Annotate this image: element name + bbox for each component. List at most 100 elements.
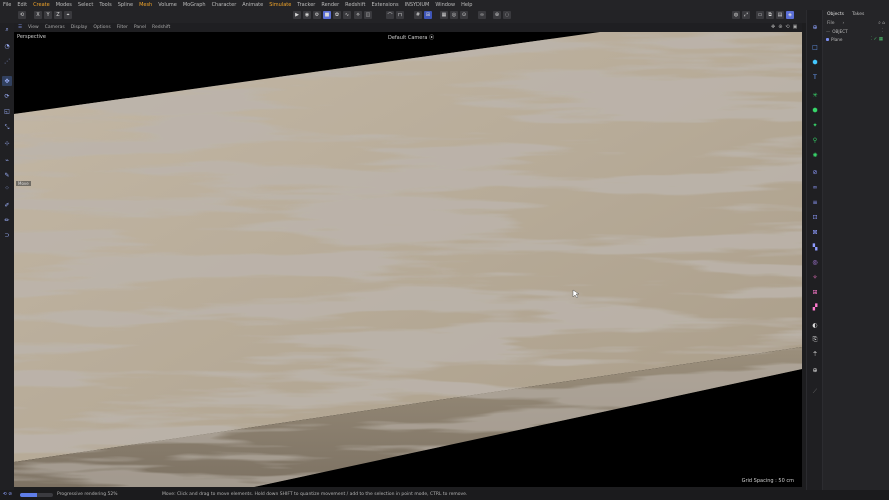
expand-icon[interactable]: ⤢ xyxy=(742,11,750,19)
camera-icon[interactable]: ◫ xyxy=(364,11,372,19)
cube-object-icon[interactable]: ⬢ xyxy=(810,57,820,67)
render-settings-icon[interactable]: ⚙ xyxy=(313,11,321,19)
spline-icon[interactable]: ∿ xyxy=(343,11,351,19)
ffd-icon[interactable]: ⊠ xyxy=(810,227,820,237)
viewport[interactable]: Perspective Default Camera ⦿ Move Grid S… xyxy=(14,32,802,487)
status-refresh-icon[interactable]: ⟲ ⊘ xyxy=(3,492,12,497)
camera-label[interactable]: Default Camera ⦿ xyxy=(388,34,434,41)
layout-icon[interactable]: ◍ xyxy=(732,11,740,19)
light-object-icon[interactable]: ⍑ xyxy=(810,350,820,360)
tab-objects[interactable]: Objects xyxy=(827,12,844,17)
menu-item-insydium[interactable]: INSYDIUM xyxy=(405,2,430,8)
menu-item-animate[interactable]: Animate xyxy=(242,2,263,8)
text-icon[interactable]: T xyxy=(810,72,820,82)
viewport-menu-view[interactable]: View xyxy=(28,25,39,30)
tab-takes[interactable]: Takes xyxy=(852,12,864,17)
om-search-icon[interactable]: ⌕ ⌂ xyxy=(878,20,885,26)
field-icon[interactable]: ◎ xyxy=(810,257,820,267)
viewport-menu-panel[interactable]: Panel xyxy=(134,25,146,30)
picture-viewer-icon[interactable]: ▭ xyxy=(756,11,764,19)
array-icon[interactable]: ✳ xyxy=(810,90,820,100)
checker-icon[interactable]: ▞ xyxy=(810,302,820,312)
menu-item-redshift[interactable]: Redshift xyxy=(345,2,365,8)
menu-item-volume[interactable]: Volume xyxy=(158,2,177,8)
render-region-icon[interactable]: ▦ xyxy=(440,11,448,19)
menu-item-tracker[interactable]: Tracker xyxy=(297,2,315,8)
pan-icon[interactable]: ✥ xyxy=(771,24,775,30)
om-menu-more[interactable]: › xyxy=(843,21,845,26)
axis-x-icon[interactable]: X xyxy=(34,11,42,19)
viewport-menu-icon[interactable]: ☰ xyxy=(18,25,22,30)
light-icon[interactable]: ◎ xyxy=(450,11,458,19)
scale-icon[interactable]: ◱ xyxy=(2,106,12,116)
om-menu-file[interactable]: File xyxy=(827,21,835,26)
zoom-icon[interactable]: ⊕ xyxy=(778,24,782,30)
viewport-menu-cameras[interactable]: Cameras xyxy=(45,25,65,30)
environment-icon[interactable]: ⊕ xyxy=(810,365,820,375)
deformer-icon[interactable]: ⟡ xyxy=(354,11,362,19)
axis-z-icon[interactable]: Z xyxy=(54,11,62,19)
link-icon[interactable]: ∞ xyxy=(478,11,486,19)
menu-item-render[interactable]: Render xyxy=(321,2,339,8)
null-icon[interactable]: ⊕ xyxy=(810,22,820,32)
axis-icon[interactable]: ⊹ xyxy=(2,138,12,148)
bend-icon[interactable]: ⊘ xyxy=(810,167,820,177)
bulge-icon[interactable]: ⊡ xyxy=(810,212,820,222)
list-item[interactable]: Plane ⁚ ✓ ▦ xyxy=(823,35,889,43)
instance-icon[interactable]: ⚲ xyxy=(810,135,820,145)
paint-icon[interactable]: ✐ xyxy=(2,200,12,210)
orbit-icon[interactable]: ⟲ xyxy=(785,24,789,30)
render-active-icon[interactable]: ◉ xyxy=(303,11,311,19)
maximize-icon[interactable]: ▣ xyxy=(793,24,798,30)
keyframe-icon[interactable]: ⊛ xyxy=(493,11,501,19)
menu-item-simulate[interactable]: Simulate xyxy=(269,2,291,8)
list-item[interactable]: — OBJECT ⁚ xyxy=(823,27,889,35)
select-rect-icon[interactable]: ⋰ xyxy=(2,56,12,66)
menu-item-window[interactable]: Window xyxy=(435,2,455,8)
camera-object-icon[interactable]: ⎘ xyxy=(810,335,820,345)
ipr-icon[interactable]: ⧉ xyxy=(766,11,774,19)
menu-item-spline[interactable]: Spline xyxy=(118,2,133,8)
move-icon[interactable]: ✥ xyxy=(2,76,12,86)
cube-icon[interactable]: ■ xyxy=(323,11,331,19)
menu-item-tools[interactable]: Tools xyxy=(99,2,111,8)
rotate-icon[interactable]: ⟳ xyxy=(2,91,12,101)
viewport-menu-options[interactable]: Options xyxy=(93,25,110,30)
point-mode-icon[interactable]: ⁘ xyxy=(2,183,12,193)
enabled-check-icon[interactable]: ⁚ ✓ ▦ xyxy=(871,37,883,42)
workplane-icon[interactable]: ⊞ xyxy=(424,11,432,19)
grid-icon[interactable]: # xyxy=(414,11,422,19)
knife-icon[interactable]: ⌁ xyxy=(2,155,12,165)
menu-item-modes[interactable]: Modes xyxy=(56,2,72,8)
polygon-pen-icon[interactable]: ✎ xyxy=(2,170,12,180)
menu-item-edit[interactable]: Edit xyxy=(17,2,27,8)
generator-icon[interactable]: ✿ xyxy=(333,11,341,19)
undo-icon[interactable]: ⟲ xyxy=(18,11,26,19)
effector-icon[interactable]: ▚ xyxy=(810,242,820,252)
square-icon[interactable]: □ xyxy=(810,42,820,52)
viewport-menu-redshift[interactable]: Redshift xyxy=(152,25,170,30)
extra-icon[interactable]: ⟋ xyxy=(810,387,820,397)
sky-icon[interactable]: ◐ xyxy=(810,320,820,330)
autokey-icon[interactable]: ◌ xyxy=(503,11,511,19)
coordinate-system-icon[interactable]: ⌖ xyxy=(64,11,72,19)
scene-icon[interactable]: ⊙ xyxy=(460,11,468,19)
shader-icon[interactable]: ⊞ xyxy=(810,287,820,297)
select-live-icon[interactable]: ◔ xyxy=(2,41,12,51)
visibility-icon[interactable]: ⁚ xyxy=(882,29,883,34)
random-icon[interactable]: ✧ xyxy=(810,272,820,282)
axis-y-icon[interactable]: Y xyxy=(44,11,52,19)
menu-item-create[interactable]: Create xyxy=(33,2,50,8)
boole-icon[interactable]: ⬢ xyxy=(810,105,820,115)
redshift-rv-icon[interactable]: ◈ xyxy=(786,11,794,19)
menu-item-file[interactable]: File xyxy=(3,2,11,8)
menu-item-character[interactable]: Character xyxy=(212,2,237,8)
transform-icon[interactable]: ⤡ xyxy=(2,123,12,133)
menu-item-mograph[interactable]: MoGraph xyxy=(183,2,206,8)
snap-icon[interactable]: ⌒ xyxy=(386,11,394,19)
menu-item-select[interactable]: Select xyxy=(78,2,93,8)
symmetry-icon[interactable]: ✦ xyxy=(810,120,820,130)
twist-icon[interactable]: ∞ xyxy=(810,182,820,192)
magnet-icon[interactable]: ⊓ xyxy=(396,11,404,19)
viewport-menu-display[interactable]: Display xyxy=(71,25,88,30)
